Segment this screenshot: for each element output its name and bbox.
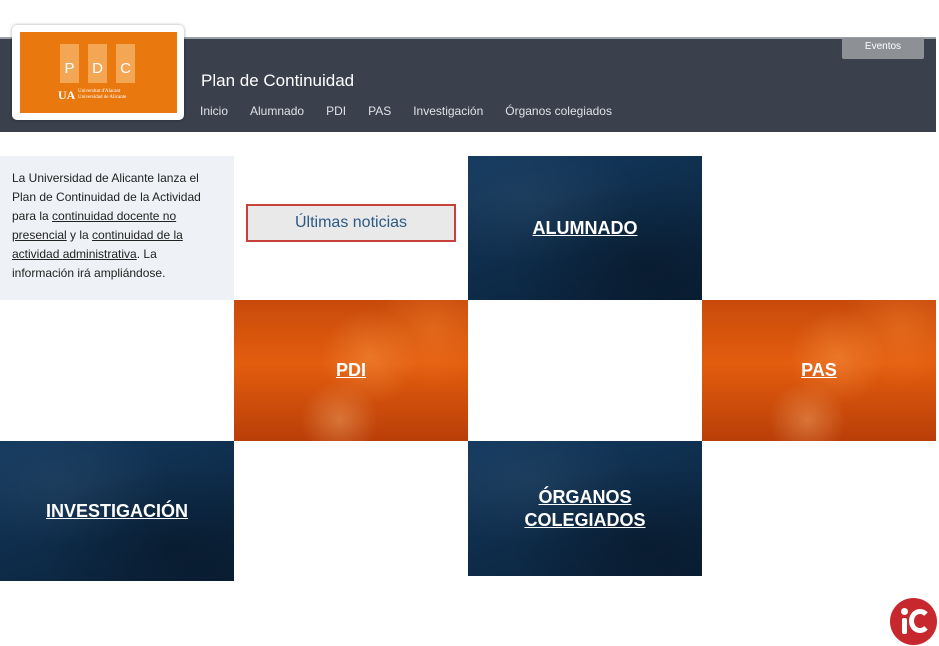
nav-inicio[interactable]: Inicio	[200, 104, 228, 118]
logo-letter-p: P	[60, 44, 79, 83]
tile-pas-label[interactable]: PAS	[801, 359, 837, 382]
logo-university-name: Universitat d'Alacant Universidad de Ali…	[78, 89, 126, 101]
logo-ua: UA	[58, 88, 76, 102]
tile-investigacion[interactable]: INVESTIGACIÓN	[0, 441, 234, 581]
site-title[interactable]: Plan de Continuidad	[201, 71, 354, 91]
tile-organos-label[interactable]: ÓRGANOS COLEGIADOS	[524, 486, 645, 532]
tile-organos-line2: COLEGIADOS	[524, 509, 646, 530]
nav-organos-colegiados[interactable]: Órganos colegiados	[505, 104, 612, 118]
tile-organos-line1: ÓRGANOS	[538, 486, 632, 507]
nav-investigacion[interactable]: Investigación	[413, 104, 483, 118]
tile-pdi[interactable]: PDI	[234, 300, 468, 441]
tile-investigacion-label[interactable]: INVESTIGACIÓN	[46, 500, 188, 523]
pdc-logo: P D C UA Universitat d'Alacant Universid…	[20, 32, 177, 113]
tile-pdi-label[interactable]: PDI	[336, 359, 366, 382]
ic-logo-dot	[901, 608, 908, 615]
nav-pdi[interactable]: PDI	[326, 104, 346, 118]
main-nav: Inicio Alumnado PDI PAS Investigación Ór…	[200, 104, 634, 118]
ic-logo-icon[interactable]	[890, 598, 937, 645]
ic-logo-stem	[902, 618, 907, 634]
tile-alumnado-label[interactable]: ALUMNADO	[533, 217, 638, 240]
intro-text-part2: y la	[66, 228, 93, 242]
intro-text: La Universidad de Alicante lanza el Plan…	[0, 156, 234, 300]
ic-logo-c	[909, 609, 931, 633]
tile-pas[interactable]: PAS	[702, 300, 936, 441]
logo-letter-d: D	[88, 44, 107, 83]
ultimas-noticias-button[interactable]: Últimas noticias	[246, 204, 456, 242]
tile-organos-colegiados[interactable]: ÓRGANOS COLEGIADOS	[468, 441, 702, 576]
nav-pas[interactable]: PAS	[368, 104, 391, 118]
eventos-button[interactable]: Eventos	[842, 38, 924, 59]
tile-alumnado[interactable]: ALUMNADO	[468, 156, 702, 300]
site-logo[interactable]: P D C UA Universitat d'Alacant Universid…	[12, 25, 184, 120]
nav-alumnado[interactable]: Alumnado	[250, 104, 304, 118]
page: Plan de Continuidad Inicio Alumnado PDI …	[0, 0, 939, 646]
logo-letter-c: C	[116, 44, 135, 83]
logo-university-line2: Universidad de Alicante	[78, 95, 127, 100]
